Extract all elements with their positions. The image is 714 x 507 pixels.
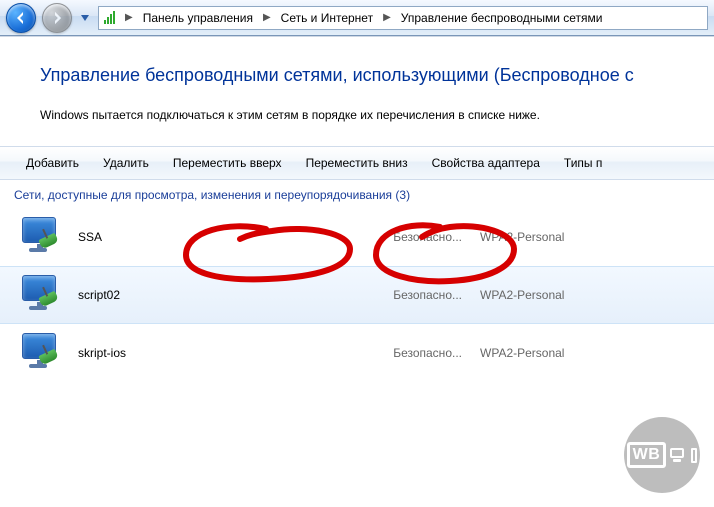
button-label: Переместить вверх [173, 156, 282, 170]
security-value: WPA2-Personal [476, 346, 564, 360]
button-label: Свойства адаптера [432, 156, 540, 170]
breadcrumb-label: Сеть и Интернет [281, 11, 373, 25]
history-dropdown[interactable] [78, 4, 92, 32]
network-row[interactable]: script02 Безопасно... WPA2-Personal [0, 266, 714, 324]
security-label: Безопасно... [382, 288, 462, 302]
chevron-down-icon [81, 15, 89, 21]
network-row[interactable]: skript-ios Безопасно... WPA2-Personal [0, 324, 714, 382]
pc-icon [670, 448, 684, 462]
command-toolbar: Добавить Удалить Переместить вверх Перем… [0, 146, 714, 180]
network-name: script02 [78, 288, 368, 302]
watermark-text: WB [627, 442, 667, 468]
move-up-button[interactable]: Переместить вверх [161, 146, 294, 180]
group-header: Сети, доступные для просмотра, изменения… [0, 180, 714, 208]
remove-button[interactable]: Удалить [91, 146, 161, 180]
back-button[interactable] [6, 3, 36, 33]
explorer-nav-bar: ▶ Панель управления ▶ Сеть и Интернет ▶ … [0, 0, 714, 36]
chevron-right-icon: ▶ [123, 12, 135, 23]
security-label: Безопасно... [382, 230, 462, 244]
button-label: Добавить [26, 156, 79, 170]
security-value: WPA2-Personal [476, 230, 564, 244]
network-row[interactable]: SSA Безопасно... WPA2-Personal [0, 208, 714, 266]
breadcrumb-item[interactable]: Управление беспроводными сетями [397, 7, 607, 29]
breadcrumb-label: Управление беспроводными сетями [401, 11, 603, 25]
breadcrumb-label: Панель управления [143, 11, 253, 25]
network-list: SSA Безопасно... WPA2-Personal script02 … [0, 208, 714, 382]
forward-button[interactable] [42, 3, 72, 33]
network-name: skript-ios [78, 346, 368, 360]
security-value: WPA2-Personal [476, 288, 564, 302]
button-label: Удалить [103, 156, 149, 170]
wireless-network-icon [20, 275, 64, 315]
button-label: Переместить вниз [306, 156, 408, 170]
breadcrumb-bar[interactable]: ▶ Панель управления ▶ Сеть и Интернет ▶ … [98, 6, 708, 30]
arrow-left-icon [13, 10, 29, 26]
adapter-properties-button[interactable]: Свойства адаптера [420, 146, 552, 180]
tower-icon [691, 448, 697, 463]
add-button[interactable]: Добавить [14, 146, 91, 180]
chevron-right-icon: ▶ [261, 12, 273, 23]
wireless-network-icon [20, 333, 64, 373]
wireless-network-icon [20, 217, 64, 257]
breadcrumb-item[interactable]: Панель управления [139, 7, 257, 29]
page-description: Windows пытается подключаться к этим сет… [0, 98, 714, 146]
page-title: Управление беспроводными сетями, использ… [0, 51, 714, 98]
page-body: Управление беспроводными сетями, использ… [0, 36, 714, 507]
watermark: WB [624, 417, 700, 493]
security-label: Безопасно... [382, 346, 462, 360]
network-name: SSA [78, 230, 368, 244]
arrow-right-icon [49, 10, 65, 26]
profile-types-button[interactable]: Типы п [552, 146, 614, 180]
breadcrumb-item[interactable]: Сеть и Интернет [277, 7, 377, 29]
move-down-button[interactable]: Переместить вниз [294, 146, 420, 180]
signal-bars-icon [103, 10, 119, 26]
chevron-right-icon: ▶ [381, 12, 393, 23]
button-label: Типы п [564, 156, 602, 170]
